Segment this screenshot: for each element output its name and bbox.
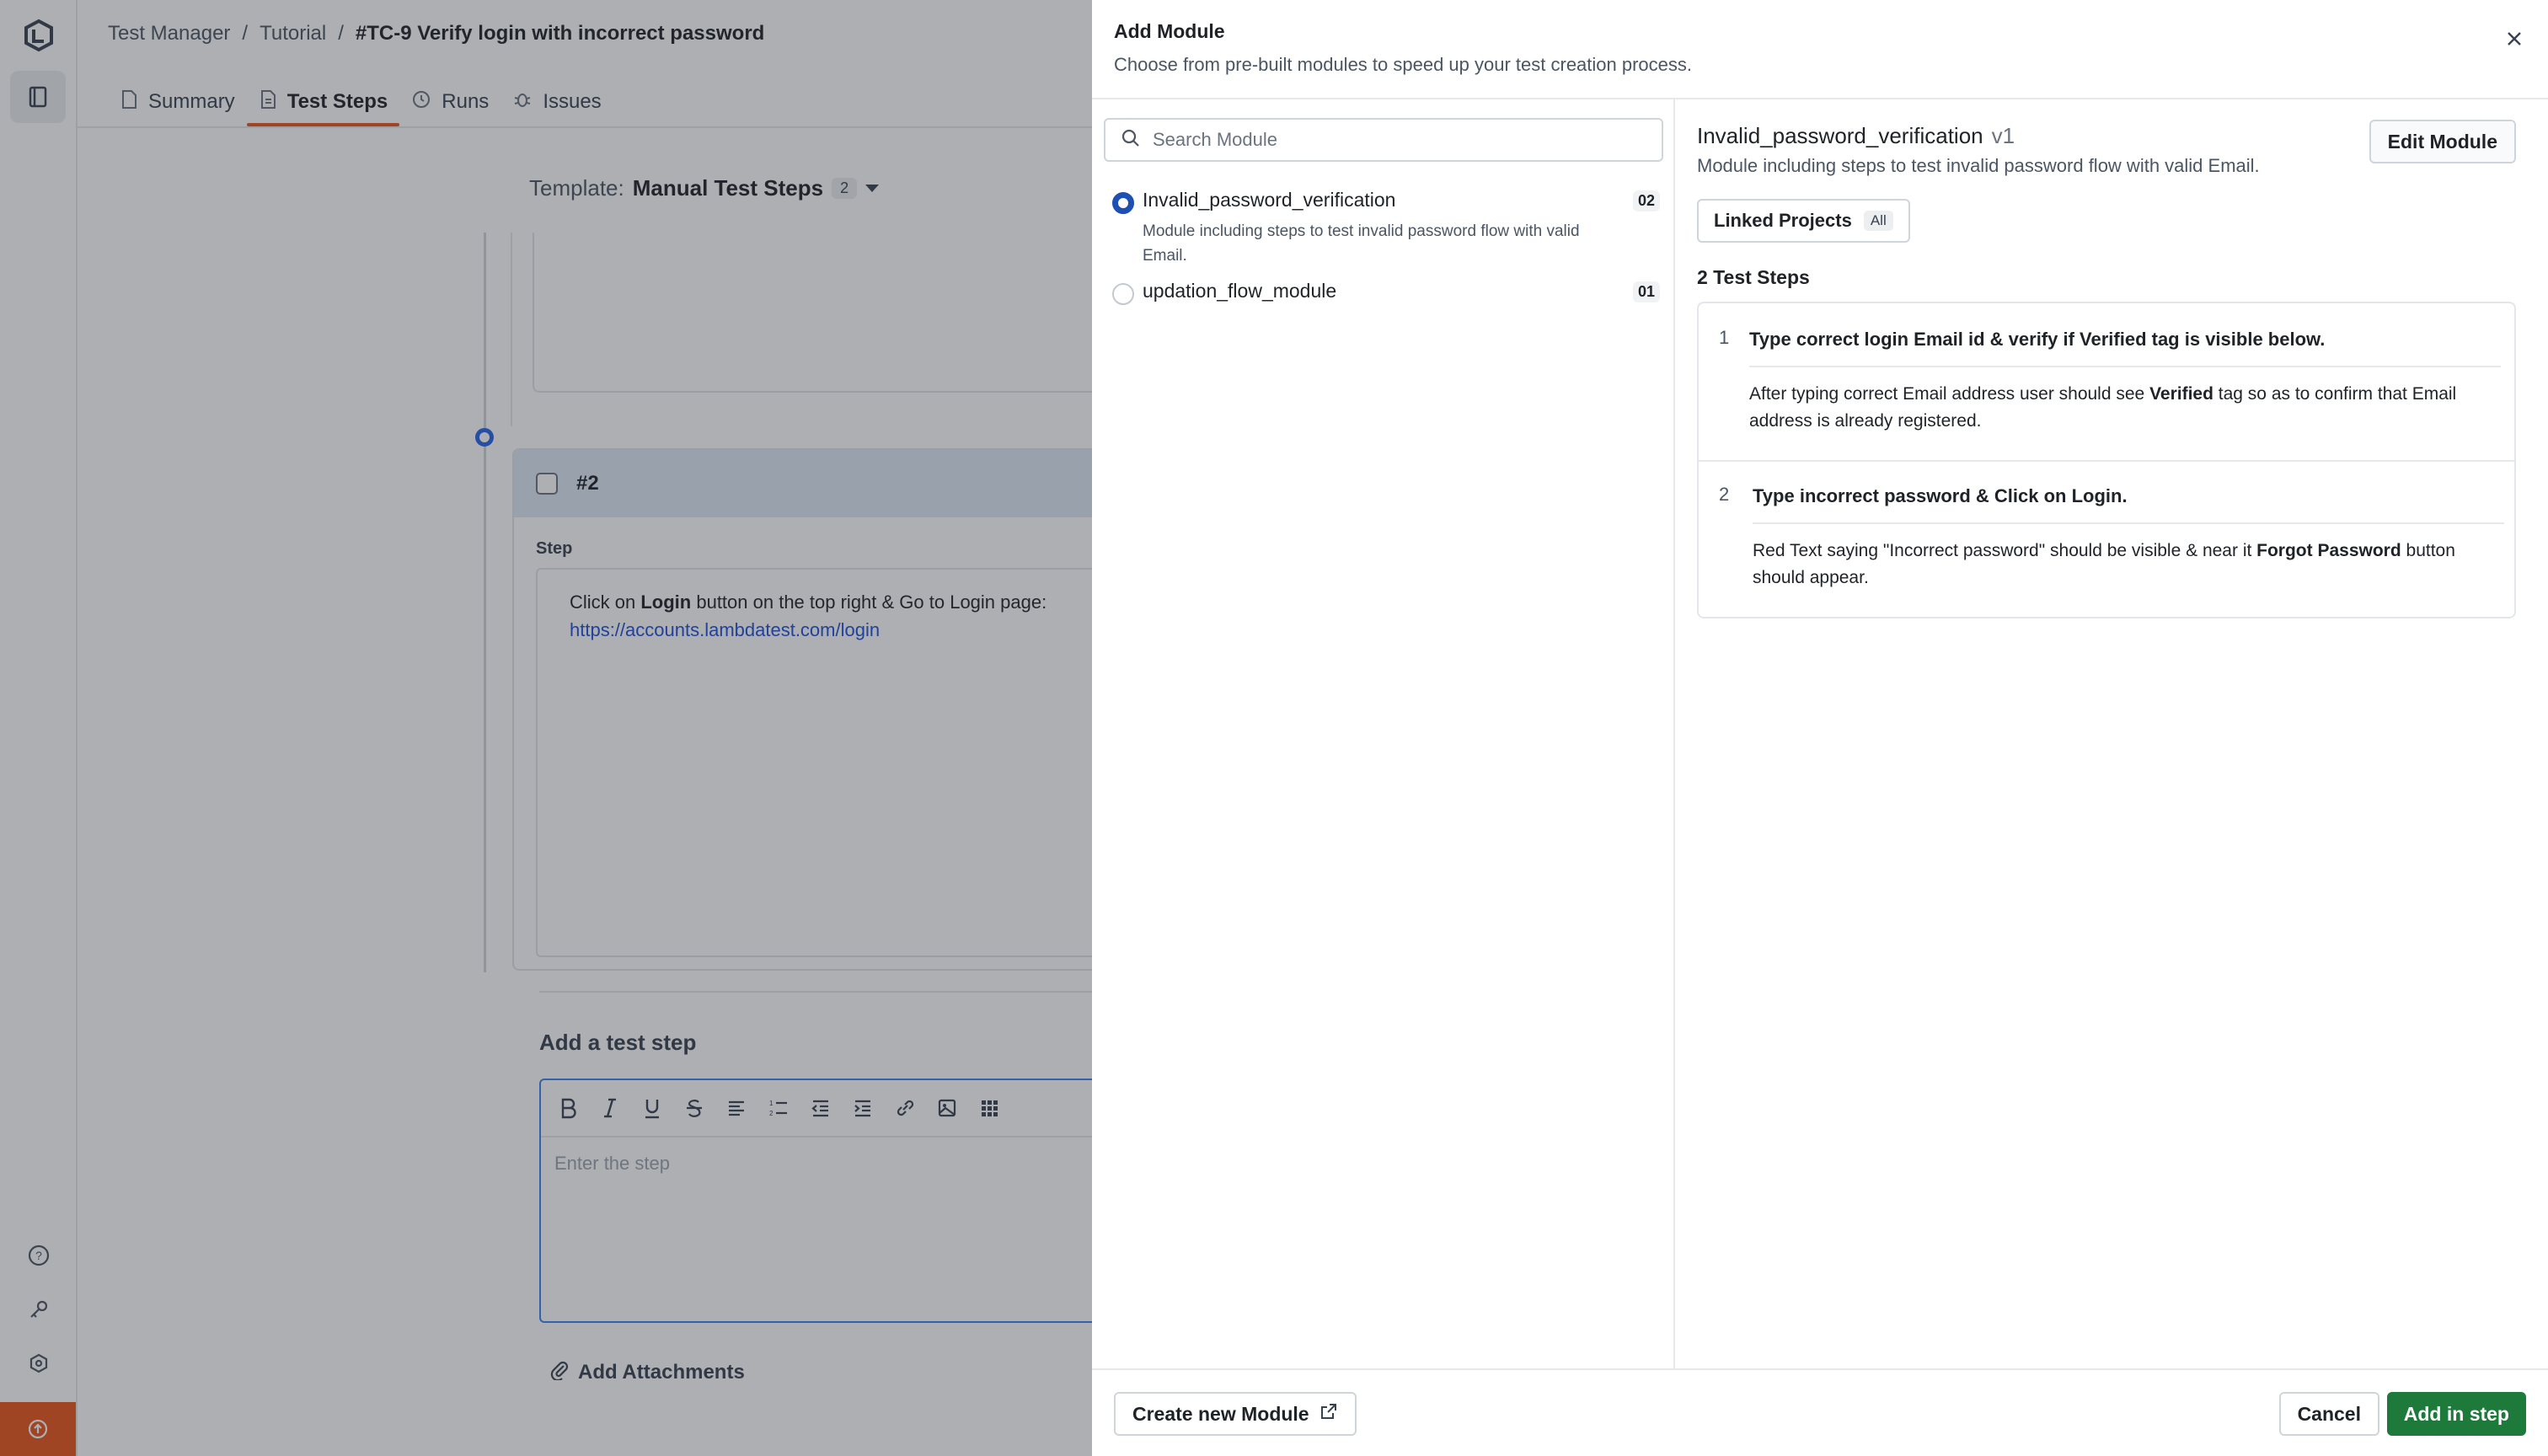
linked-projects-label: Linked Projects xyxy=(1714,210,1852,231)
search-box xyxy=(1104,118,1663,162)
cancel-button[interactable]: Cancel xyxy=(2278,1392,2379,1436)
add-module-drawer: Add Module Choose from pre-built modules… xyxy=(1092,0,2548,1456)
test-step-action: Type incorrect password & Click on Login… xyxy=(1753,485,2128,506)
create-new-module-button[interactable]: Create new Module xyxy=(1114,1392,1357,1436)
module-list-pane: Invalid_password_verification Module inc… xyxy=(1092,99,1675,1368)
test-step-divider xyxy=(1749,366,2501,367)
test-step-expected-result: After typing correct Email address user … xyxy=(1749,381,2491,435)
module-radio[interactable] xyxy=(1112,283,1134,305)
result-text: After typing correct Email address user … xyxy=(1749,384,2150,404)
search-input[interactable] xyxy=(1153,129,1641,151)
module-name: updation_flow_module xyxy=(1143,280,1337,302)
module-radio-selected[interactable] xyxy=(1112,192,1134,214)
test-step-expected-result: Red Text saying "Incorrect password" sho… xyxy=(1753,538,2494,592)
drawer-subtitle: Choose from pre-built modules to speed u… xyxy=(1114,54,1693,75)
module-description: Module including steps to test invalid p… xyxy=(1143,222,1580,265)
module-detail-pane: Invalid_password_verification v1 Module i… xyxy=(1677,99,2548,1368)
module-detail-description: Module including steps to test invalid p… xyxy=(1697,155,2260,176)
test-step-number: 1 xyxy=(1719,327,1730,348)
test-step-action: Type correct login Email id & verify if … xyxy=(1749,329,2326,350)
result-bold: Verified xyxy=(2149,384,2213,404)
modal-backdrop[interactable] xyxy=(0,0,1092,1456)
test-step-divider xyxy=(1753,522,2504,524)
test-step-number: 2 xyxy=(1719,484,1730,505)
module-detail-title: Invalid_password_verification v1 xyxy=(1697,123,2015,149)
module-name: Invalid_password_verification xyxy=(1143,189,1396,211)
edit-module-button[interactable]: Edit Module xyxy=(2369,120,2516,163)
result-bold: Forgot Password xyxy=(2256,541,2401,560)
linked-projects-badge: All xyxy=(1863,211,1893,231)
module-step-count: 01 xyxy=(1632,281,1660,302)
linked-projects-button[interactable]: Linked Projects All xyxy=(1697,199,1910,243)
drawer-footer-divider xyxy=(1092,1368,2548,1370)
external-link-icon xyxy=(1320,1402,1338,1426)
add-in-step-button[interactable]: Add in step xyxy=(2386,1392,2526,1436)
search-icon xyxy=(1121,128,1141,153)
result-text: Red Text saying "Incorrect password" sho… xyxy=(1753,541,2257,560)
test-step-item: 1 Type correct login Email id & verify i… xyxy=(1699,303,2514,460)
module-step-count: 02 xyxy=(1632,190,1660,211)
test-steps-count: 2 Test Steps xyxy=(1697,266,1810,288)
module-version: v1 xyxy=(1991,123,2015,148)
close-icon[interactable] xyxy=(2499,24,2529,54)
module-item-updation-flow[interactable]: updation_flow_module 01 xyxy=(1112,280,1660,313)
test-step-item: 2 Type incorrect password & Click on Log… xyxy=(1699,462,2514,618)
drawer-title: Add Module xyxy=(1114,20,1225,42)
create-new-module-label: Create new Module xyxy=(1132,1402,1309,1425)
test-steps-list: 1 Type correct login Email id & verify i… xyxy=(1697,302,2516,618)
module-item-invalid-password[interactable]: Invalid_password_verification Module inc… xyxy=(1112,189,1660,273)
module-detail-name: Invalid_password_verification xyxy=(1697,123,1983,148)
